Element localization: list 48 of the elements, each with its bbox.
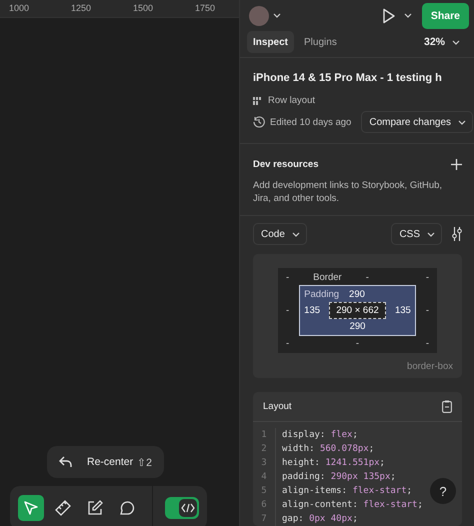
layout-title: Layout <box>263 401 292 412</box>
padding-value: 290 <box>349 289 365 300</box>
border-value: - <box>286 338 290 349</box>
padding-value: 135 <box>304 305 320 316</box>
ruler-label: 1500 <box>132 2 154 15</box>
help-button[interactable]: ? <box>430 478 456 504</box>
frame-title: iPhone 14 & 15 Pro Max - 1 testing h <box>253 72 442 84</box>
code-line: height: 1241.551px; <box>281 458 385 468</box>
line-number: 5 <box>253 484 276 498</box>
line-number: 4 <box>253 470 276 484</box>
section-title: Dev resources <box>253 158 318 170</box>
padding-label: Padding <box>304 289 340 300</box>
border-value: - <box>286 272 290 283</box>
border-value: - <box>426 338 430 349</box>
border-value: - <box>366 272 369 283</box>
layout-type-label: Row layout <box>268 95 315 106</box>
line-number: 6 <box>253 498 276 512</box>
padding-value: 135 <box>394 305 411 316</box>
zoom-dropdown[interactable]: 32% <box>418 35 466 49</box>
border-value: - <box>426 272 429 283</box>
recenter-button[interactable]: Re-center ⇧2 <box>47 446 164 478</box>
code-dropdown[interactable]: Code <box>253 223 307 245</box>
border-label: Border <box>313 272 342 283</box>
line-number: 2 <box>253 442 276 456</box>
box-sizing-label: border-box <box>407 361 453 372</box>
panel-tab[interactable]: Plugins <box>298 31 343 53</box>
border-value: - <box>426 305 429 316</box>
code-line: display: flex; <box>281 430 358 440</box>
ruler-label: 1000 <box>8 2 30 15</box>
dev-resources-description: Add development links to Storybook, GitHub, Jira, and other tools. <box>253 179 444 205</box>
code-line: align-content: flex-start; <box>281 500 423 510</box>
edited-label: Edited 10 days ago <box>270 116 352 128</box>
line-number: 1 <box>253 428 276 442</box>
code-line: padding: 290px 135px; <box>281 472 396 482</box>
line-number: 7 <box>253 512 276 526</box>
line-number: 3 <box>253 456 276 470</box>
ruler-label: 1750 <box>194 2 216 15</box>
code-line: align-items: flex-start; <box>281 486 412 496</box>
ruler-label: 1250 <box>70 2 92 15</box>
border-value: - <box>356 338 360 349</box>
compare-changes-dropdown[interactable]: Compare changes <box>361 111 474 133</box>
content-size: 290 × 662 <box>329 302 386 319</box>
language-dropdown[interactable]: CSS <box>391 223 442 245</box>
panel-tab[interactable]: Inspect <box>247 31 294 53</box>
code-line: width: 560.078px; <box>281 444 374 454</box>
code-line: gap: 0px 40px; <box>281 514 358 524</box>
padding-value: 290 <box>350 321 366 332</box>
border-value: - <box>286 305 290 316</box>
